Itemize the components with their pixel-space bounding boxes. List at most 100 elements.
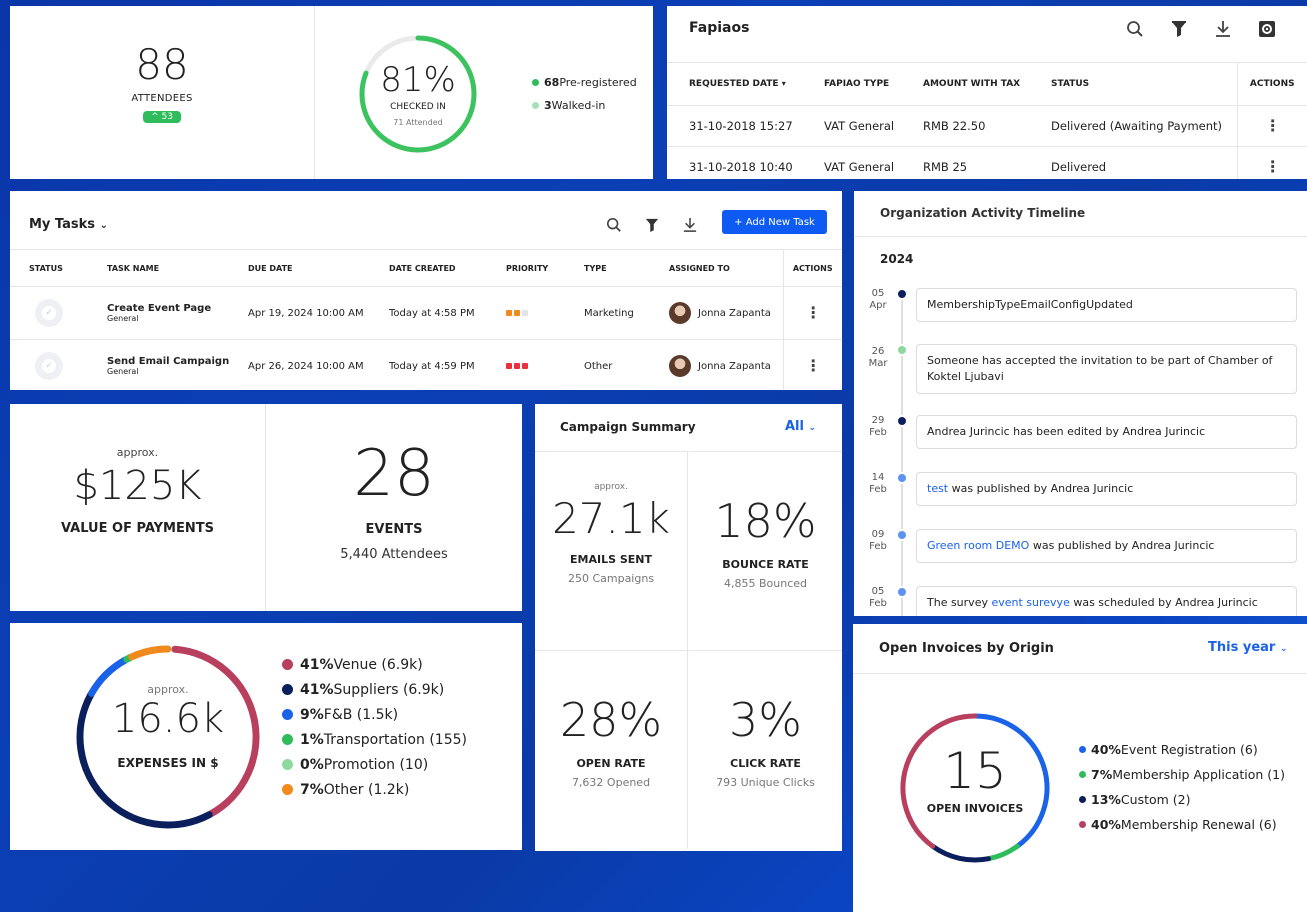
checked-in-label: CHECKED IN bbox=[390, 102, 446, 112]
cell-value: 28% bbox=[559, 693, 663, 747]
payments-events-card: approx. $125K VALUE OF PAYMENTS 28 EVENT… bbox=[10, 404, 522, 611]
table-row: ✓ Send Email Campaign General Apr 26, 202… bbox=[10, 339, 842, 390]
search-icon[interactable] bbox=[1123, 17, 1147, 41]
chevron-down-icon: ⌄ bbox=[1279, 644, 1288, 654]
table-row: ✓ Create Event Page General Apr 19, 2024 … bbox=[10, 286, 842, 340]
row-actions-menu[interactable]: ⋮ bbox=[782, 286, 842, 340]
timeline-date: 29 Feb bbox=[869, 415, 887, 438]
priority-bar bbox=[514, 362, 520, 369]
kebab-icon: ⋮ bbox=[1264, 116, 1281, 135]
invoices-filter-dropdown[interactable]: This year ⌄ bbox=[1208, 640, 1287, 655]
download-icon[interactable] bbox=[678, 213, 702, 237]
kebab-icon: ⋮ bbox=[805, 356, 821, 375]
invoices-label: OPEN INVOICES bbox=[926, 802, 1024, 815]
legend-event-registration: 40% Event Registration (6) bbox=[1079, 737, 1285, 762]
cell-sub: 7,632 Opened bbox=[571, 776, 651, 789]
row-actions-menu[interactable]: ⋮ bbox=[1236, 105, 1307, 147]
sort-down-icon: ▾ bbox=[781, 79, 786, 88]
cell-value: 27.1k bbox=[552, 494, 670, 543]
task-created: Today at 4:59 PM bbox=[389, 339, 506, 390]
col-type: TYPE bbox=[584, 249, 669, 287]
col-priority: PRIORITY bbox=[506, 249, 584, 287]
timeline-link[interactable]: test bbox=[927, 482, 948, 495]
legend-fb: 9% F&B (1.5k) bbox=[282, 702, 467, 727]
legend-dot bbox=[532, 102, 539, 109]
task-due: Apr 19, 2024 10:00 AM bbox=[248, 286, 389, 340]
payments-summary: approx. $125K VALUE OF PAYMENTS bbox=[10, 404, 266, 611]
chevron-down-icon: ⌄ bbox=[808, 423, 817, 433]
timeline-entry: Green room DEMO was published by Andrea … bbox=[916, 529, 1297, 563]
col-requested-date[interactable]: REQUESTED DATE ▾ bbox=[667, 62, 803, 106]
activity-timeline-card: Organization Activity Timeline 2024 05 Ap… bbox=[854, 191, 1307, 616]
campaign-title: Campaign Summary bbox=[560, 420, 696, 434]
legend-membership-application: 7% Membership Application (1) bbox=[1079, 762, 1285, 787]
cell-date: 31-10-2018 15:27 bbox=[667, 105, 803, 147]
timeline-link[interactable]: Green room DEMO bbox=[927, 539, 1029, 552]
payments-approx: approx. bbox=[116, 446, 159, 459]
expenses-approx: approx. bbox=[147, 683, 189, 696]
legend-dot bbox=[532, 79, 539, 86]
table-header-row: STATUS TASK NAME DUE DATE DATE CREATED P… bbox=[10, 249, 842, 287]
filter-value: All bbox=[785, 419, 804, 434]
attendees-card: 88 ATTENDEES ^ 53 81% CHECKED IN 71 Atte… bbox=[10, 6, 653, 179]
priority-bar bbox=[514, 309, 520, 316]
legend-suppliers: 41% Suppliers (6.9k) bbox=[282, 677, 467, 702]
filter-icon[interactable] bbox=[640, 213, 664, 237]
tasks-table: STATUS TASK NAME DUE DATE DATE CREATED P… bbox=[10, 249, 842, 390]
add-new-task-button[interactable]: + Add New Task bbox=[722, 210, 827, 234]
legend-text: Pre-registered bbox=[559, 76, 637, 89]
tasks-dropdown[interactable]: My Tasks ⌄ bbox=[29, 217, 108, 232]
timeline-dot bbox=[896, 288, 908, 300]
task-name-cell[interactable]: Create Event Page General bbox=[107, 286, 248, 340]
cell-type: VAT General bbox=[802, 105, 901, 147]
campaign-open-rate: 28% OPEN RATE 7,632 Opened bbox=[535, 650, 688, 849]
priority-bar bbox=[522, 362, 528, 369]
legend-transportation: 1% Transportation (155) bbox=[282, 727, 467, 752]
fapiaos-table: REQUESTED DATE ▾ FAPIAO TYPE AMOUNT WITH… bbox=[667, 62, 1307, 179]
gear-icon[interactable] bbox=[1255, 17, 1279, 41]
row-actions-menu[interactable]: ⋮ bbox=[1236, 146, 1307, 179]
campaign-bounce-rate: 18% BOUNCE RATE 4,855 Bounced bbox=[689, 451, 842, 650]
table-row: 31-10-2018 15:27 VAT General RMB 22.50 D… bbox=[667, 105, 1307, 147]
table-header-row: REQUESTED DATE ▾ FAPIAO TYPE AMOUNT WITH… bbox=[667, 62, 1307, 106]
timeline-date: 05 Apr bbox=[869, 288, 887, 311]
task-due: Apr 26, 2024 10:00 AM bbox=[248, 339, 389, 390]
cell-amount: RMB 22.50 bbox=[901, 105, 1030, 147]
legend-count: 3 bbox=[544, 99, 552, 112]
assignee-name: Jonna Zapanta bbox=[698, 308, 771, 319]
legend-text: Walked-in bbox=[551, 99, 606, 112]
expenses-legend: 41% Venue (6.9k) 41% Suppliers (6.9k) 9%… bbox=[282, 652, 467, 802]
attendees-delta-badge: ^ 53 bbox=[143, 111, 181, 123]
events-summary: 28 EVENTS 5,440 Attendees bbox=[266, 404, 522, 611]
timeline-date: 14 Feb bbox=[869, 472, 887, 495]
task-assignee: Jonna Zapanta bbox=[669, 339, 783, 390]
download-icon[interactable] bbox=[1211, 17, 1235, 41]
timeline-dot bbox=[896, 529, 908, 541]
task-status[interactable]: ✓ bbox=[10, 286, 107, 340]
cell-date: 31-10-2018 10:40 bbox=[667, 146, 803, 179]
legend-pre-registered: 68 Pre-registered bbox=[532, 76, 637, 89]
campaign-emails-sent: approx. 27.1k EMAILS SENT 250 Campaigns bbox=[535, 451, 688, 650]
campaign-summary-card: Campaign Summary All ⌄ approx. 27.1k EMA… bbox=[535, 404, 842, 851]
priority-bar bbox=[506, 362, 512, 369]
col-date-created: DATE CREATED bbox=[389, 249, 506, 287]
kebab-icon: ⋮ bbox=[1264, 157, 1281, 176]
timeline-entry: test was published by Andrea Jurincic bbox=[916, 472, 1297, 506]
expenses-value: 16.6k bbox=[111, 696, 225, 742]
col-actions: ACTIONS bbox=[782, 249, 842, 287]
timeline-entry: The survey event surevye was scheduled b… bbox=[916, 586, 1297, 616]
fapiaos-card: Fapiaos REQUESTED DATE ▾ FAPIAO TYPE AMO… bbox=[667, 6, 1307, 179]
invoices-value: 15 bbox=[943, 742, 1007, 800]
avatar bbox=[669, 302, 691, 324]
events-value: 28 bbox=[353, 437, 435, 511]
payments-value: $125K bbox=[73, 463, 202, 509]
task-name-cell[interactable]: Send Email Campaign General bbox=[107, 339, 248, 390]
row-actions-menu[interactable]: ⋮ bbox=[782, 339, 842, 390]
timeline-date: 09 Feb bbox=[869, 529, 887, 552]
search-icon[interactable] bbox=[602, 213, 626, 237]
campaign-filter-dropdown[interactable]: All ⌄ bbox=[785, 419, 816, 434]
task-status[interactable]: ✓ bbox=[10, 339, 107, 390]
timeline-link[interactable]: event surevye bbox=[991, 596, 1069, 609]
timeline-line bbox=[901, 291, 903, 616]
filter-icon[interactable] bbox=[1167, 17, 1191, 41]
